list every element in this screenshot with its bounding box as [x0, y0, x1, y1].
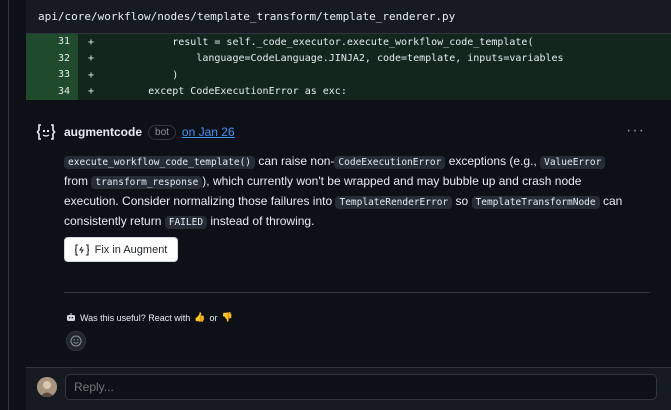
- comment-date-link[interactable]: on Jan 26: [182, 125, 235, 139]
- user-avatar-image: [37, 377, 57, 397]
- thumbs-up-icon[interactable]: 👍: [194, 312, 205, 323]
- add-reaction-button[interactable]: [66, 331, 86, 351]
- diff-line: 31 + result = self._code_executor.execut…: [26, 34, 671, 51]
- line-number[interactable]: 31: [26, 34, 78, 51]
- smiley-icon: [70, 335, 82, 347]
- feedback-or: or: [209, 312, 218, 323]
- comment-body: execute_workflow_code_template() can rai…: [64, 152, 624, 232]
- robot-icon: [67, 312, 75, 321]
- divider: [64, 292, 650, 293]
- author-name[interactable]: augmentcode: [64, 125, 142, 139]
- fix-button-label: Fix in Augment: [94, 243, 168, 256]
- feedback-prompt: Was this useful? React with 👍 or 👎: [66, 312, 233, 323]
- inline-code: FAILED: [164, 216, 208, 229]
- diff-marker: +: [88, 86, 95, 98]
- body-text: exceptions (e.g.,: [445, 154, 541, 168]
- body-text: can raise non-: [255, 154, 335, 168]
- body-text: from: [64, 174, 92, 188]
- diff-hunk: 31 + result = self._code_executor.execut…: [26, 34, 671, 100]
- bot-badge: bot: [148, 124, 176, 140]
- inline-code: ValueError: [540, 156, 606, 169]
- line-number[interactable]: 34: [26, 83, 78, 100]
- file-path[interactable]: api/core/workflow/nodes/template_transfo…: [38, 10, 455, 23]
- body-text: so: [452, 194, 472, 208]
- review-comment: augmentcode bot on Jan 26 ··· execute_wo…: [26, 100, 671, 367]
- file-header: api/core/workflow/nodes/template_transfo…: [26, 0, 671, 34]
- diff-line: 33 + ): [26, 67, 671, 84]
- inline-code: transform_response: [91, 176, 203, 189]
- more-options-icon[interactable]: ···: [626, 122, 645, 140]
- inline-code: execute_workflow_code_template(): [64, 156, 256, 169]
- reply-bar: [26, 367, 671, 410]
- body-text: instead of throwing.: [207, 214, 315, 228]
- line-number[interactable]: 33: [26, 67, 78, 84]
- code-line: result = self._code_executor.execute_wor…: [100, 36, 534, 48]
- code-line: except CodeExecutionError as exc:: [100, 86, 347, 98]
- diff-line: 34 + except CodeExecutionError as exc:: [26, 83, 671, 100]
- thumbs-down-icon[interactable]: 👎: [221, 312, 232, 323]
- user-avatar[interactable]: [37, 377, 57, 397]
- diff-marker: +: [88, 69, 95, 81]
- code-line: ): [100, 69, 179, 81]
- feedback-text: Was this useful? React with: [80, 312, 191, 323]
- line-number[interactable]: 32: [26, 50, 78, 67]
- inline-code: TemplateRenderError: [335, 196, 453, 209]
- diff-line: 32 + language=CodeLanguage.JINJA2, code=…: [26, 50, 671, 67]
- inline-code: CodeExecutionError: [334, 156, 446, 169]
- inline-code: TemplateTransformNode: [471, 196, 600, 209]
- diff-marker: +: [88, 53, 95, 65]
- comment-header: augmentcode bot on Jan 26: [64, 124, 235, 140]
- diff-marker: +: [88, 36, 95, 48]
- reply-input[interactable]: [65, 374, 657, 400]
- augment-logo-icon[interactable]: [36, 122, 56, 142]
- fix-in-augment-button[interactable]: Fix in Augment: [64, 237, 178, 262]
- augment-fix-icon: [74, 243, 89, 256]
- code-line: language=CodeLanguage.JINJA2, code=templ…: [100, 53, 564, 65]
